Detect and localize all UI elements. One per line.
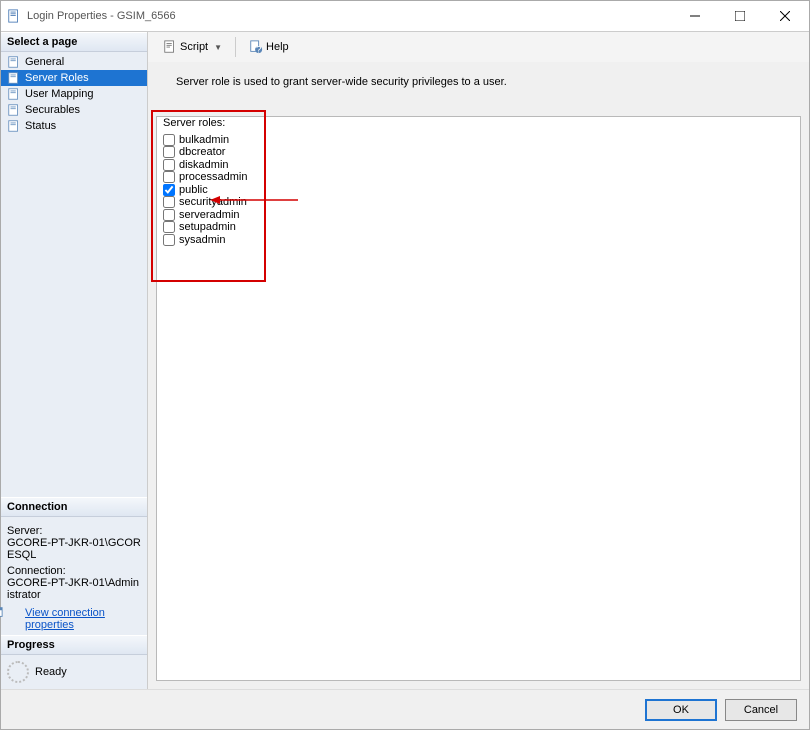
role-checkbox-setupadmin[interactable] (163, 221, 175, 233)
minimize-button[interactable] (672, 2, 717, 30)
role-public: public (163, 184, 263, 196)
role-checkbox-securityadmin[interactable] (163, 196, 175, 208)
role-label: public (179, 184, 208, 196)
help-icon: ? (249, 40, 263, 54)
ok-button[interactable]: OK (645, 699, 717, 721)
nav-item-label: Status (25, 120, 56, 132)
svg-text:?: ? (256, 44, 261, 54)
page-icon (7, 87, 21, 101)
nav-item-securables[interactable]: Securables (1, 102, 147, 118)
app-icon (7, 9, 21, 23)
nav-item-label: User Mapping (25, 88, 93, 100)
roles-group: Server roles: bulkadmindbcreatordiskadmi… (157, 117, 269, 252)
connection-block: Server: GCORE-PT-JKR-01\GCORESQL Connect… (1, 517, 147, 635)
window-controls (672, 2, 807, 30)
page-nav: General Server Roles User Mapping Securable… (1, 52, 147, 136)
role-checkbox-sysadmin[interactable] (163, 234, 175, 246)
role-dbcreator: dbcreator (163, 146, 263, 158)
role-securityadmin: securityadmin (163, 196, 263, 208)
server-label: Server: (7, 525, 141, 537)
nav-item-label: Securables (25, 104, 80, 116)
script-button[interactable]: Script ▼ (156, 36, 229, 58)
nav-item-status[interactable]: Status (1, 118, 147, 134)
select-page-header: Select a page (1, 32, 147, 52)
server-value: GCORE-PT-JKR-01\GCORESQL (7, 537, 141, 561)
nav-item-server-roles[interactable]: Server Roles (1, 70, 147, 86)
role-checkbox-serveradmin[interactable] (163, 209, 175, 221)
role-processadmin: processadmin (163, 171, 263, 183)
page-icon (7, 119, 21, 133)
role-bulkadmin: bulkadmin (163, 134, 263, 146)
help-label: Help (266, 41, 289, 53)
nav-item-label: General (25, 56, 64, 68)
maximize-icon (735, 11, 745, 21)
view-connection-link[interactable]: View connection properties (25, 607, 141, 631)
role-label: diskadmin (179, 159, 229, 171)
help-button[interactable]: ? Help (242, 36, 296, 58)
toolbar-separator (235, 37, 236, 57)
role-label: serveradmin (179, 209, 240, 221)
role-setupadmin: setupadmin (163, 221, 263, 233)
role-serveradmin: serveradmin (163, 209, 263, 221)
properties-icon (0, 605, 3, 619)
role-checkbox-diskadmin[interactable] (163, 159, 175, 171)
progress-block: Ready (1, 655, 147, 689)
close-button[interactable] (762, 2, 807, 30)
role-checkbox-processadmin[interactable] (163, 171, 175, 183)
role-label: setupadmin (179, 221, 236, 233)
chevron-down-icon: ▼ (214, 43, 222, 52)
page-description: Server role is used to grant server-wide… (156, 70, 801, 102)
nav-item-label: Server Roles (25, 72, 89, 84)
spacer (1, 136, 147, 497)
roles-panel: Server roles: bulkadmindbcreatordiskadmi… (156, 116, 801, 681)
role-label: securityadmin (179, 196, 247, 208)
page-icon (7, 103, 21, 117)
connection-label: Connection: (7, 565, 141, 577)
role-checkbox-dbcreator[interactable] (163, 146, 175, 158)
close-icon (780, 11, 790, 21)
body: Select a page General Server Roles User Ma… (1, 31, 809, 689)
progress-text: Ready (35, 666, 67, 678)
toolbar: Script ▼ ? Help (148, 32, 809, 62)
roles-label: Server roles: (157, 117, 269, 131)
nav-item-general[interactable]: General (1, 54, 147, 70)
footer: OK Cancel (1, 689, 809, 729)
page-icon (7, 71, 21, 85)
roles-list: bulkadmindbcreatordiskadminprocessadminp… (157, 131, 269, 252)
role-label: processadmin (179, 171, 247, 183)
script-icon (163, 40, 177, 54)
progress-header: Progress (1, 635, 147, 655)
nav-item-user-mapping[interactable]: User Mapping (1, 86, 147, 102)
left-pane: Select a page General Server Roles User Ma… (1, 32, 148, 689)
connection-value: GCORE-PT-JKR-01\Administrator (7, 577, 141, 601)
maximize-button[interactable] (717, 2, 762, 30)
role-checkbox-bulkadmin[interactable] (163, 134, 175, 146)
role-label: sysadmin (179, 234, 225, 246)
role-label: bulkadmin (179, 134, 229, 146)
window-title: Login Properties - GSIM_6566 (27, 10, 672, 22)
dialog-window: Login Properties - GSIM_6566 Select a pa… (0, 0, 810, 730)
titlebar: Login Properties - GSIM_6566 (1, 1, 809, 31)
connection-header: Connection (1, 497, 147, 517)
minimize-icon (690, 11, 700, 21)
role-label: dbcreator (179, 146, 225, 158)
cancel-button[interactable]: Cancel (725, 699, 797, 721)
script-label: Script (180, 41, 208, 53)
progress-spinner-icon (7, 661, 29, 683)
page-icon (7, 55, 21, 69)
right-pane: Script ▼ ? Help Server role is used to g… (148, 32, 809, 689)
role-diskadmin: diskadmin (163, 159, 263, 171)
role-sysadmin: sysadmin (163, 234, 263, 246)
role-checkbox-public[interactable] (163, 184, 175, 196)
content-area: Server role is used to grant server-wide… (148, 62, 809, 689)
